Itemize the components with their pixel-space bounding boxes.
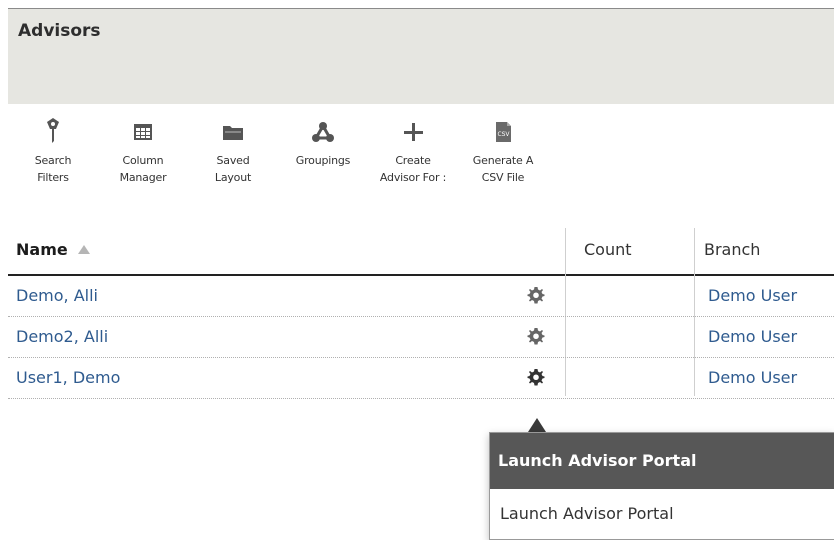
gear-icon[interactable]	[526, 367, 546, 387]
funnel-icon	[47, 118, 59, 143]
column-manager-button[interactable]: Column Manager	[98, 112, 188, 186]
tool-label: Manager	[119, 171, 167, 184]
gear-icon[interactable]	[526, 285, 546, 305]
tool-label: Layout	[214, 171, 252, 184]
plus-icon	[404, 123, 423, 141]
tool-label: Advisor For :	[379, 171, 447, 184]
table-row: Demo, Alli Demo User	[8, 276, 834, 317]
launch-portal-popup: Launch Advisor Portal Launch Advisor Por…	[489, 432, 834, 540]
page-title: Advisors	[18, 21, 101, 41]
tool-label: Filters	[37, 171, 69, 184]
branch-link[interactable]: Demo User	[708, 327, 797, 346]
saved-layout-button[interactable]: Saved Layout	[188, 112, 278, 186]
tool-label: Create	[395, 154, 431, 167]
sort-ascending-icon	[77, 245, 90, 254]
table-row: User1, Demo Demo User	[8, 358, 834, 399]
name-column-header[interactable]: Name	[16, 240, 90, 259]
popup-header: Launch Advisor Portal	[490, 433, 834, 489]
folder-icon	[223, 126, 243, 140]
grid-header: Name Count Branch	[8, 228, 834, 276]
name-column-label: Name	[16, 240, 68, 259]
page-header: Advisors	[8, 8, 834, 104]
launch-advisor-portal-menu-item[interactable]: Launch Advisor Portal	[490, 489, 834, 539]
tool-label: Saved	[216, 154, 250, 167]
advisor-name-link[interactable]: User1, Demo	[16, 368, 120, 387]
create-advisor-button[interactable]: Create Advisor For :	[368, 112, 458, 186]
columns-icon	[134, 124, 152, 140]
advisor-name-link[interactable]: Demo, Alli	[16, 286, 98, 305]
tool-label: Column	[122, 154, 164, 167]
svg-text:CSV: CSV	[497, 131, 510, 138]
branch-link[interactable]: Demo User	[708, 368, 797, 387]
branch-column-header[interactable]: Branch	[704, 240, 760, 259]
groupings-button[interactable]: Groupings	[278, 112, 368, 169]
advisor-name-link[interactable]: Demo2, Alli	[16, 327, 108, 346]
tool-label: Search	[34, 154, 72, 167]
branch-link[interactable]: Demo User	[708, 286, 797, 305]
generate-csv-button[interactable]: CSV Generate A CSV File	[458, 112, 548, 186]
table-row: Demo2, Alli Demo User	[8, 317, 834, 358]
popup-pointer-icon	[528, 418, 546, 432]
tool-label: CSV File	[481, 171, 525, 184]
gear-icon[interactable]	[526, 326, 546, 346]
tool-label: Groupings	[295, 154, 351, 167]
search-filters-button[interactable]: Search Filters	[8, 112, 98, 186]
csv-file-icon: CSV	[496, 122, 511, 142]
groupings-icon	[312, 122, 334, 142]
count-column-header[interactable]: Count	[584, 240, 632, 259]
toolbar: Search Filters Column Manager Saved Layo…	[8, 112, 834, 212]
tool-label: Generate A	[472, 154, 534, 167]
